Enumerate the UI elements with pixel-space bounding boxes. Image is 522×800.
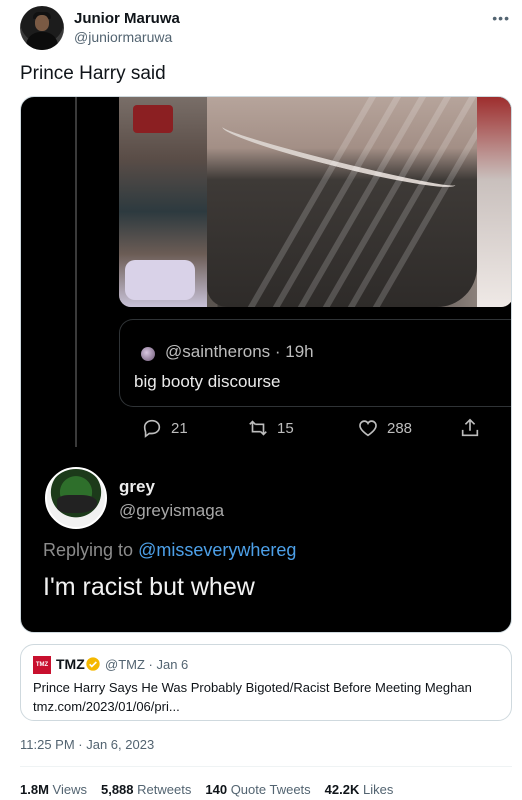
quoted-tweet-card[interactable]: TMZ TMZ @TMZ · Jan 6 Prince Harry Says H…	[20, 644, 512, 721]
likes-stat[interactable]: 42.2K Likes	[325, 782, 394, 797]
embedded-photo	[119, 97, 511, 307]
tweet-text: Prince Harry said	[20, 63, 166, 84]
quoted-body: big booty discourse	[134, 372, 281, 391]
replying-to: Replying to @misseverywhereg	[43, 540, 296, 561]
retweet-icon	[249, 420, 267, 436]
quoted-avatar	[141, 347, 155, 361]
reply-handle: @greyismaga	[119, 501, 225, 520]
replying-mention: @misseverywhereg	[138, 540, 297, 560]
author-avatar[interactable]	[20, 6, 64, 50]
share-action	[459, 417, 481, 439]
more-horizontal-icon[interactable]: •••	[492, 10, 510, 26]
tweet-media-image[interactable]: @saintherons · 19h big booty discourse 2…	[20, 96, 512, 633]
tweet-stats: 1.8M Views 5,888 Retweets 140 Quote Twee…	[20, 782, 393, 797]
author-handle[interactable]: @juniormaruwa	[74, 29, 172, 45]
quoted-text: Prince Harry Says He Was Probably Bigote…	[33, 680, 472, 695]
reply-text: I'm racist but whew	[43, 573, 255, 601]
quoted-author-name: TMZ	[56, 656, 85, 672]
like-action: 288	[357, 417, 412, 439]
embedded-actions: 21 15 288	[119, 415, 489, 443]
views-stat: 1.8M Views	[20, 782, 87, 797]
retweet-action: 15	[247, 417, 294, 439]
quoted-handle: @saintherons · 19h	[165, 342, 314, 361]
reply-name: grey	[119, 477, 155, 496]
tweet-timestamp[interactable]: 11:25 PM · Jan 6, 2023	[20, 737, 154, 752]
heart-icon	[359, 420, 377, 437]
tweet-header: Junior Maruwa @juniormaruwa •••	[20, 6, 510, 52]
reply-count: 21	[171, 419, 188, 437]
retweets-stat[interactable]: 5,888 Retweets	[101, 782, 191, 797]
author-name[interactable]: Junior Maruwa	[74, 10, 180, 27]
like-count: 288	[387, 419, 413, 437]
tmz-logo: TMZ	[33, 656, 51, 674]
embedded-quoted-tweet: @saintherons · 19h big booty discourse	[119, 319, 511, 407]
share-icon	[461, 418, 479, 437]
replying-prefix: Replying to	[43, 540, 139, 560]
verified-badge-icon	[86, 657, 100, 671]
divider	[20, 766, 512, 767]
retweet-count: 15	[277, 419, 294, 437]
thread-line	[75, 97, 77, 447]
reply-icon	[143, 419, 161, 438]
reply-action: 21	[141, 417, 188, 439]
quoted-meta: @TMZ · Jan 6	[105, 657, 189, 672]
quoted-link[interactable]: tmz.com/2023/01/06/pri...	[33, 699, 180, 714]
quote-tweets-stat[interactable]: 140 Quote Tweets	[205, 782, 310, 797]
reply-avatar	[45, 467, 107, 529]
